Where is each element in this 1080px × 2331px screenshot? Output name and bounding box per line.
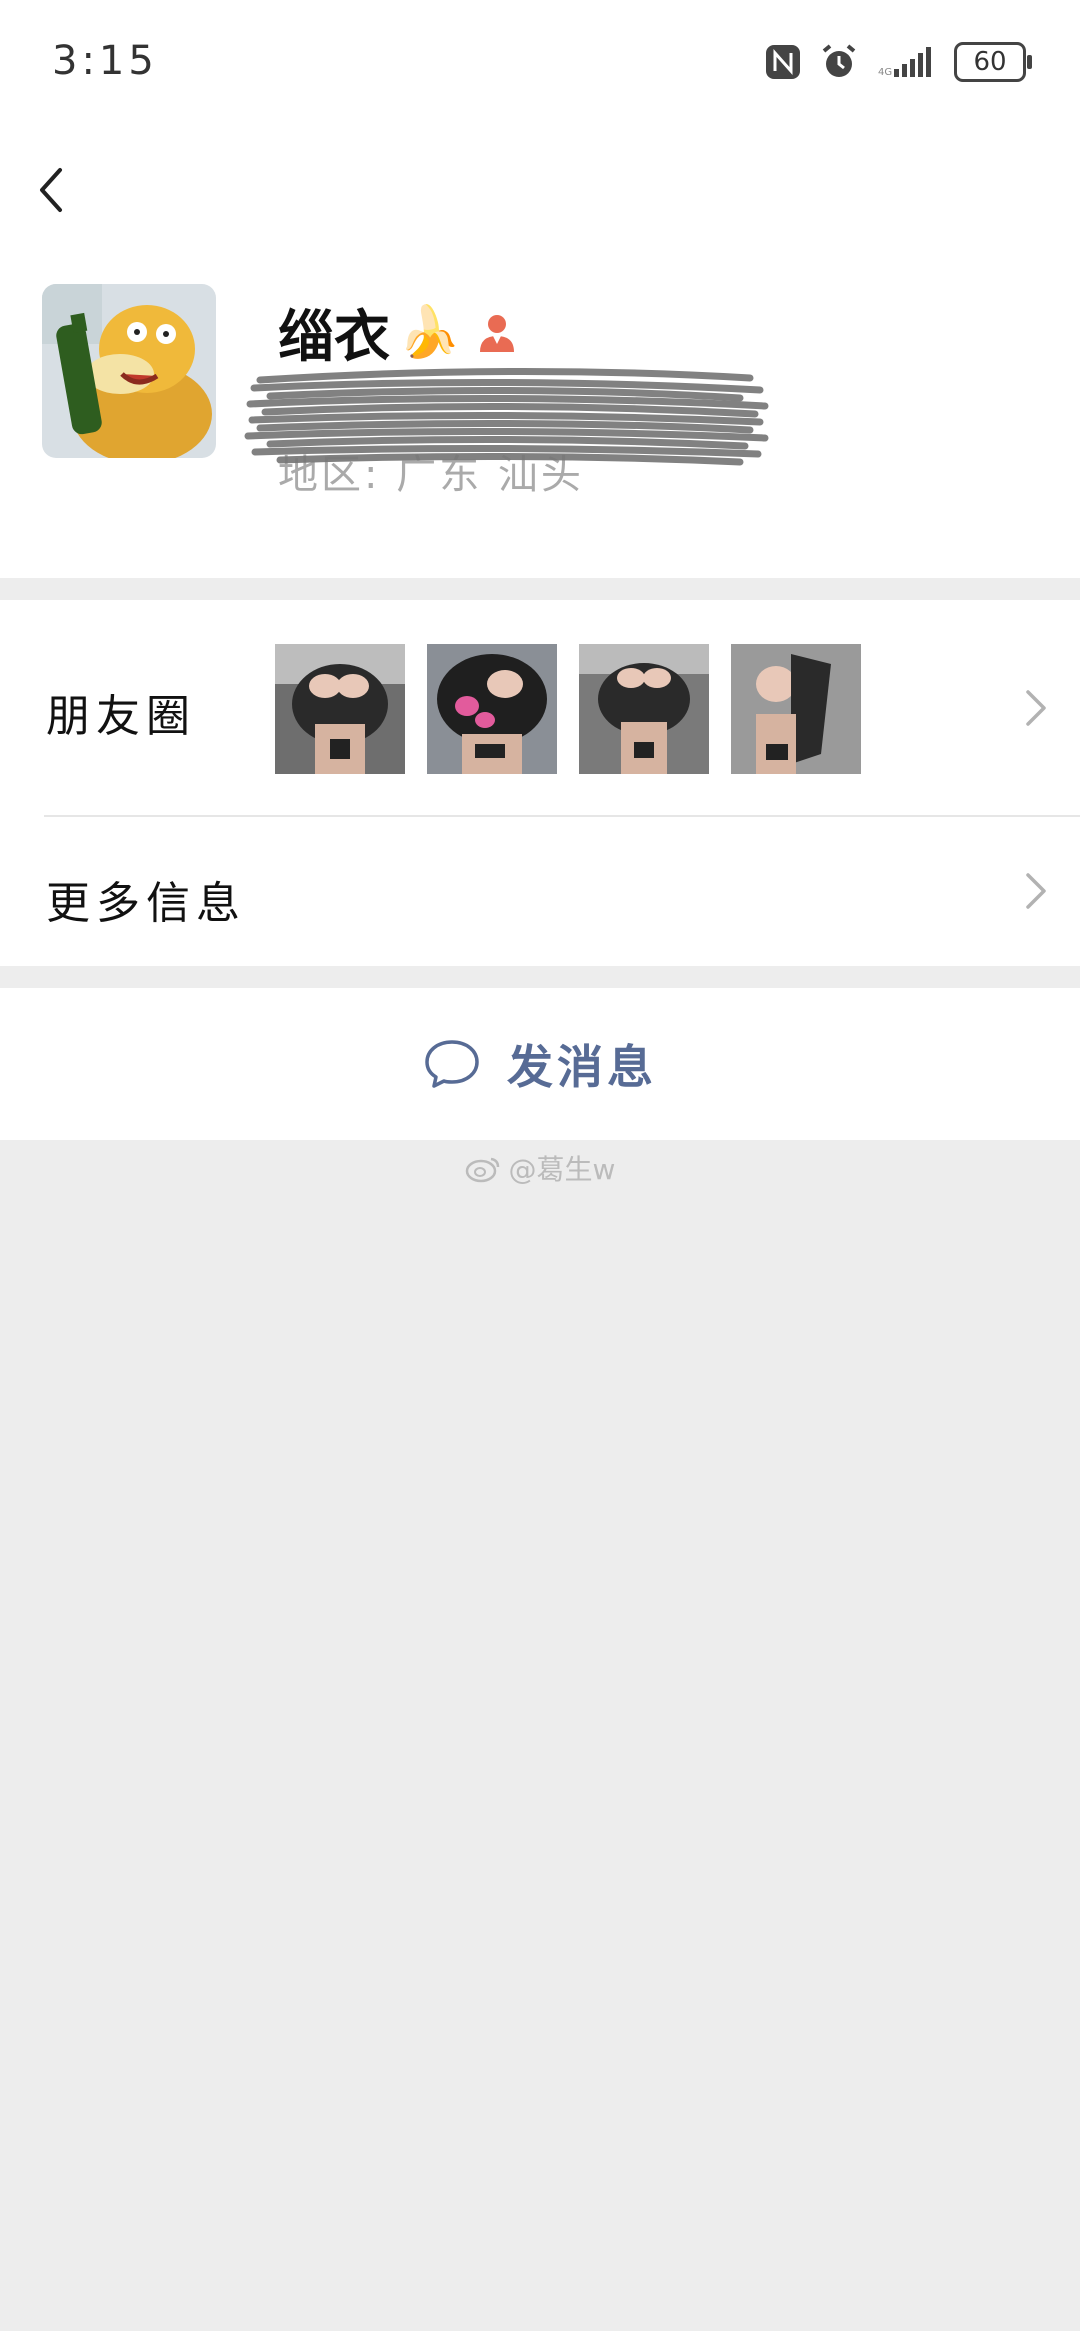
moments-thumbnail [427, 644, 557, 774]
chevron-right-icon [1026, 873, 1046, 909]
action-section: 发消息 [0, 988, 1080, 1140]
more-info-label: 更多信息 [46, 878, 246, 929]
female-person-icon [480, 314, 515, 352]
profile-list: 朋友圈 更多信息 [0, 600, 1080, 966]
status-bar: 3:15 4G 60 [0, 0, 1080, 130]
banana-emoji: 🍌 [398, 303, 461, 361]
svg-text:4G: 4G [878, 67, 892, 78]
redaction-scribble [244, 367, 769, 466]
chat-bubble-icon [425, 1040, 479, 1088]
watermark: @葛生w [0, 1148, 1080, 1188]
moments-thumbnail [579, 644, 709, 774]
send-message-button[interactable]: 发消息 [0, 988, 1080, 1140]
status-icons: 4G 60 [764, 40, 1032, 84]
avatar[interactable] [42, 284, 216, 458]
nfc-icon [766, 45, 800, 79]
moments-thumbnail [731, 644, 861, 774]
chevron-right-icon [1026, 690, 1046, 726]
alarm-icon [822, 44, 856, 77]
more-info-row[interactable]: 更多信息 [0, 817, 1080, 966]
back-button[interactable] [30, 150, 100, 230]
profile-header: 缁衣 🍌 地区: 广东 汕头 [0, 250, 1080, 578]
section-gap [0, 966, 1080, 988]
weibo-icon [465, 1157, 499, 1183]
battery-level: 60 [973, 47, 1007, 77]
moments-thumbnail [275, 644, 405, 774]
status-time: 3:15 [52, 38, 158, 84]
chevron-left-icon [40, 168, 62, 212]
battery-icon: 60 [954, 42, 1032, 82]
signal-icon: 4G [878, 47, 931, 78]
moments-label: 朋友圈 [46, 691, 196, 742]
moments-thumbnails [275, 644, 861, 774]
send-message-label: 发消息 [507, 1040, 657, 1094]
section-gap [0, 578, 1080, 600]
moments-row[interactable]: 朋友圈 [0, 600, 1080, 815]
nav-bar [0, 130, 1080, 250]
watermark-text: @葛生w [508, 1153, 616, 1186]
